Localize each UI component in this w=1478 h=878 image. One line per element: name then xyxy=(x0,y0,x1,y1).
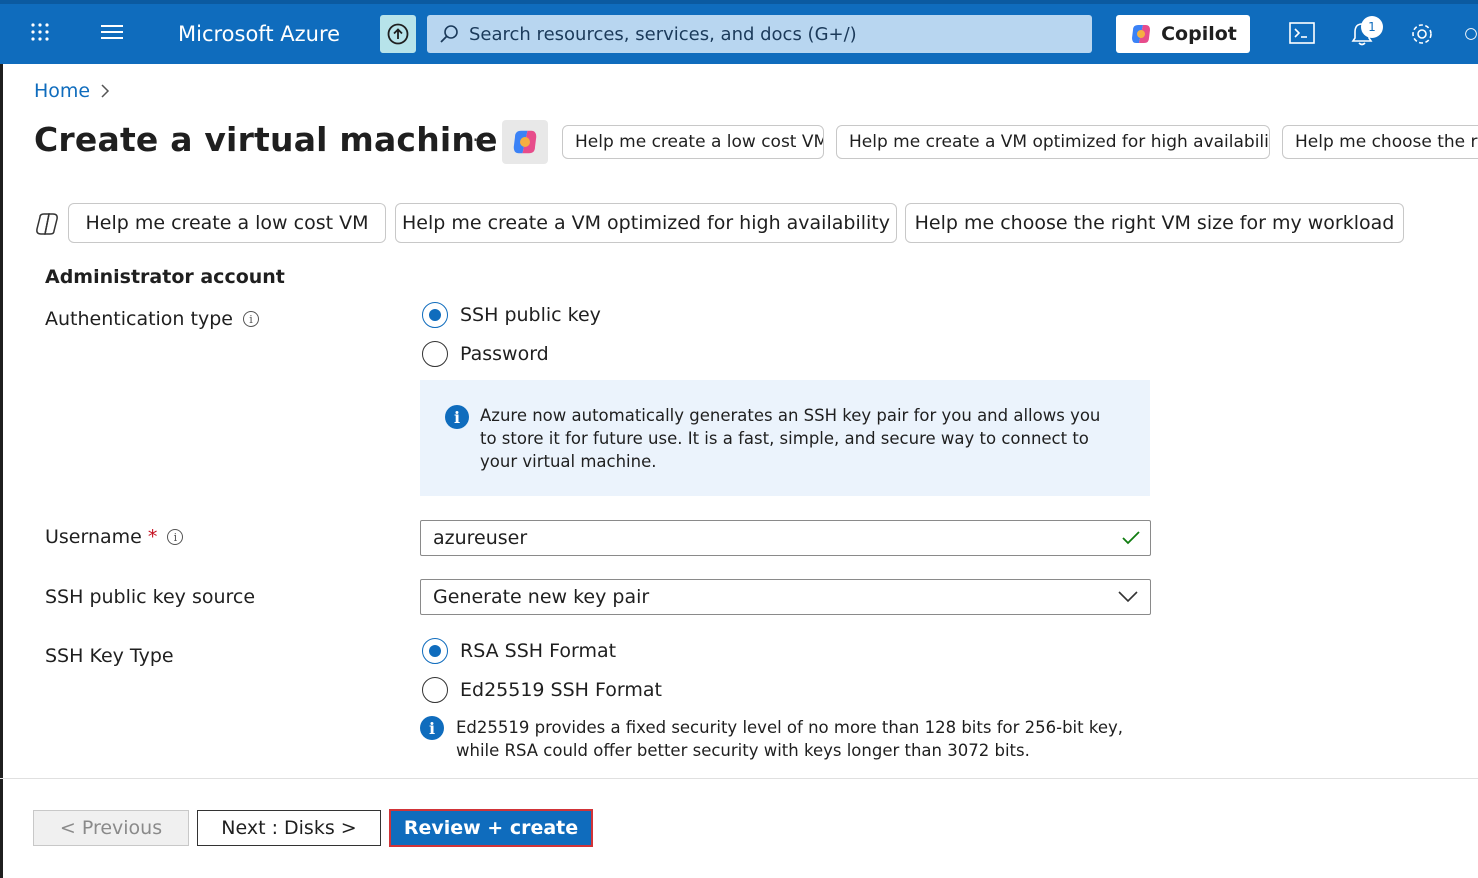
help-icon[interactable] xyxy=(1464,20,1478,48)
copilot-icon xyxy=(513,130,537,154)
ssh-key-type-note: Ed25519 provides a fixed security level … xyxy=(456,718,1123,760)
copilot-icon xyxy=(1132,25,1151,43)
copilot-button[interactable]: Copilot xyxy=(1116,15,1250,53)
search-icon xyxy=(440,25,458,43)
top-suggestion-vm-size[interactable]: Help me choose the rig xyxy=(1282,125,1478,159)
ssh-key-type-label: SSH Key Type xyxy=(45,645,174,667)
window-edge xyxy=(0,64,3,878)
suggestion-low-cost-vm[interactable]: Help me create a low cost VM xyxy=(68,203,386,243)
hamburger-menu-icon[interactable] xyxy=(98,14,126,50)
radio-unchecked-indicator xyxy=(422,677,448,703)
authentication-type-text: Authentication type xyxy=(45,308,233,330)
required-mark: * xyxy=(147,526,158,548)
radio-ed25519-ssh-format[interactable]: Ed25519 SSH Format xyxy=(422,677,662,703)
footer-divider xyxy=(0,778,1478,779)
radio-label: SSH public key xyxy=(460,304,601,326)
chevron-down-icon xyxy=(1118,591,1138,603)
radio-label: RSA SSH Format xyxy=(460,640,617,662)
top-suggestion-high-availability[interactable]: Help me create a VM optimized for high a… xyxy=(836,125,1270,159)
username-label: Username * i xyxy=(45,526,184,548)
upload-icon xyxy=(387,23,409,45)
gear-icon[interactable] xyxy=(1408,20,1436,48)
app-title[interactable]: Microsoft Azure xyxy=(178,22,340,46)
ssh-key-type-text: SSH Key Type xyxy=(45,645,174,667)
radio-rsa-ssh-format[interactable]: RSA SSH Format xyxy=(422,638,616,664)
cloud-shell-icon[interactable] xyxy=(1288,18,1316,48)
info-icon[interactable]: i xyxy=(242,311,259,327)
radio-label: Password xyxy=(460,343,549,365)
radio-password[interactable]: Password xyxy=(422,341,549,367)
search-placeholder: Search resources, services, and docs (G+… xyxy=(469,23,857,45)
section-heading: Administrator account xyxy=(45,266,285,284)
suggestion-high-availability[interactable]: Help me create a VM optimized for high a… xyxy=(395,203,897,243)
radio-label: Ed25519 SSH Format xyxy=(460,679,662,701)
info-icon: i xyxy=(420,716,444,740)
previous-button[interactable]: < Previous xyxy=(33,810,189,846)
authentication-type-label: Authentication type i xyxy=(45,308,259,330)
ssh-key-source-value: Generate new key pair xyxy=(433,586,650,608)
checkmark-icon xyxy=(1122,531,1140,545)
suggestion-vm-size[interactable]: Help me choose the right VM size for my … xyxy=(905,203,1404,243)
radio-checked-indicator xyxy=(422,302,448,328)
radio-unchecked-indicator xyxy=(422,341,448,367)
global-search-input[interactable]: Search resources, services, and docs (G+… xyxy=(427,15,1092,53)
upload-button[interactable] xyxy=(380,15,416,53)
top-suggestion-low-cost-vm[interactable]: Help me create a low cost VM xyxy=(562,125,824,159)
copilot-outline-icon xyxy=(34,212,60,238)
copilot-suggestions-button[interactable] xyxy=(502,120,548,164)
top-navigation-bar: Microsoft Azure Search resources, servic… xyxy=(0,0,1478,64)
notification-badge: 1 xyxy=(1361,16,1383,38)
username-input[interactable]: azureuser xyxy=(420,520,1151,556)
review-create-button[interactable]: Review + create xyxy=(389,809,593,847)
breadcrumb: Home xyxy=(34,80,110,102)
info-icon[interactable]: i xyxy=(167,529,184,545)
radio-checked-indicator xyxy=(422,638,448,664)
app-launcher-icon[interactable] xyxy=(26,14,54,50)
ssh-key-source-label: SSH public key source xyxy=(45,586,255,608)
more-options-button[interactable]: ··· xyxy=(466,128,485,152)
info-icon: i xyxy=(445,405,469,429)
page-title: Create a virtual machine xyxy=(34,120,498,159)
ssh-info-text: Azure now automatically generates an SSH… xyxy=(480,406,1101,471)
ssh-key-source-dropdown[interactable]: Generate new key pair xyxy=(420,579,1151,615)
ssh-info-banner: i Azure now automatically generates an S… xyxy=(420,380,1150,496)
username-value: azureuser xyxy=(433,527,528,549)
copilot-label: Copilot xyxy=(1161,23,1237,45)
ssh-key-source-text: SSH public key source xyxy=(45,586,256,608)
next-disks-button[interactable]: Next : Disks > xyxy=(197,810,381,846)
username-text: Username xyxy=(45,526,142,548)
chevron-right-icon xyxy=(101,84,110,98)
radio-ssh-public-key[interactable]: SSH public key xyxy=(422,302,601,328)
breadcrumb-home-link[interactable]: Home xyxy=(34,80,90,102)
